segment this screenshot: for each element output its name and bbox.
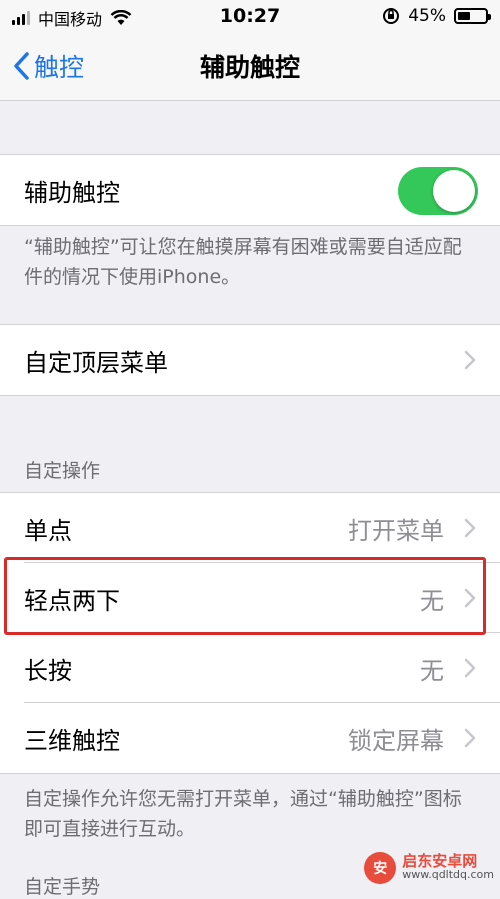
battery-percent: 45% [408,6,446,26]
chevron-right-icon [464,728,476,748]
orientation-lock-icon [383,8,400,24]
action-value: 无 [420,656,444,685]
watermark-logo-icon: 安 [364,852,397,884]
top-menu-row[interactable]: 自定顶层菜单 [0,325,500,395]
action-row-3d-touch[interactable]: 三维触控 锁定屏幕 [0,703,500,773]
custom-actions-header: 自定操作 [24,460,101,482]
action-value: 打开菜单 [348,516,444,545]
assistive-touch-footer: “辅助触控”可让您在触摸屏幕有困难或需要自适应配件的情况下使用iPhone。 [24,236,462,288]
custom-actions-footer: 自定操作允许您无需打开菜单，通过“辅助触控”图标即可直接进行互动。 [24,788,462,840]
highlight-box [4,557,486,635]
status-right: 45% [382,6,491,26]
action-label: 单点 [24,516,72,545]
navigation-bar: 触控 辅助触控 [0,34,500,101]
top-menu-group: 自定顶层菜单 [0,324,500,396]
action-label: 三维触控 [24,726,120,755]
custom-gestures-header: 自定手势 [24,876,101,898]
assistive-touch-label: 辅助触控 [24,178,120,207]
page-title: 辅助触控 [199,53,300,82]
battery-icon [454,8,491,24]
watermark-text: 启东安卓网 www.qdltdq.com [402,854,494,882]
chevron-right-icon [464,350,476,370]
action-row-single-tap[interactable]: 单点 打开菜单 [0,493,500,563]
watermark-url: www.qdltdq.com [402,868,494,881]
top-menu-label: 自定顶层菜单 [24,348,168,377]
assistive-touch-row: 辅助触控 [0,155,500,225]
action-label: 长按 [24,656,72,685]
action-value: 锁定屏幕 [348,726,444,755]
chevron-right-icon [464,658,476,678]
watermark: 安 启东安卓网 www.qdltdq.com [364,852,494,884]
action-row-long-press[interactable]: 长按 无 [0,633,500,703]
chevron-right-icon [464,518,476,538]
assistive-touch-group: 辅助触控 [0,154,500,226]
status-bar: 中国移动 10:27 45% [0,0,500,34]
assistive-touch-toggle[interactable] [398,167,478,215]
toggle-knob [433,170,475,212]
watermark-title: 启东安卓网 [402,852,478,870]
